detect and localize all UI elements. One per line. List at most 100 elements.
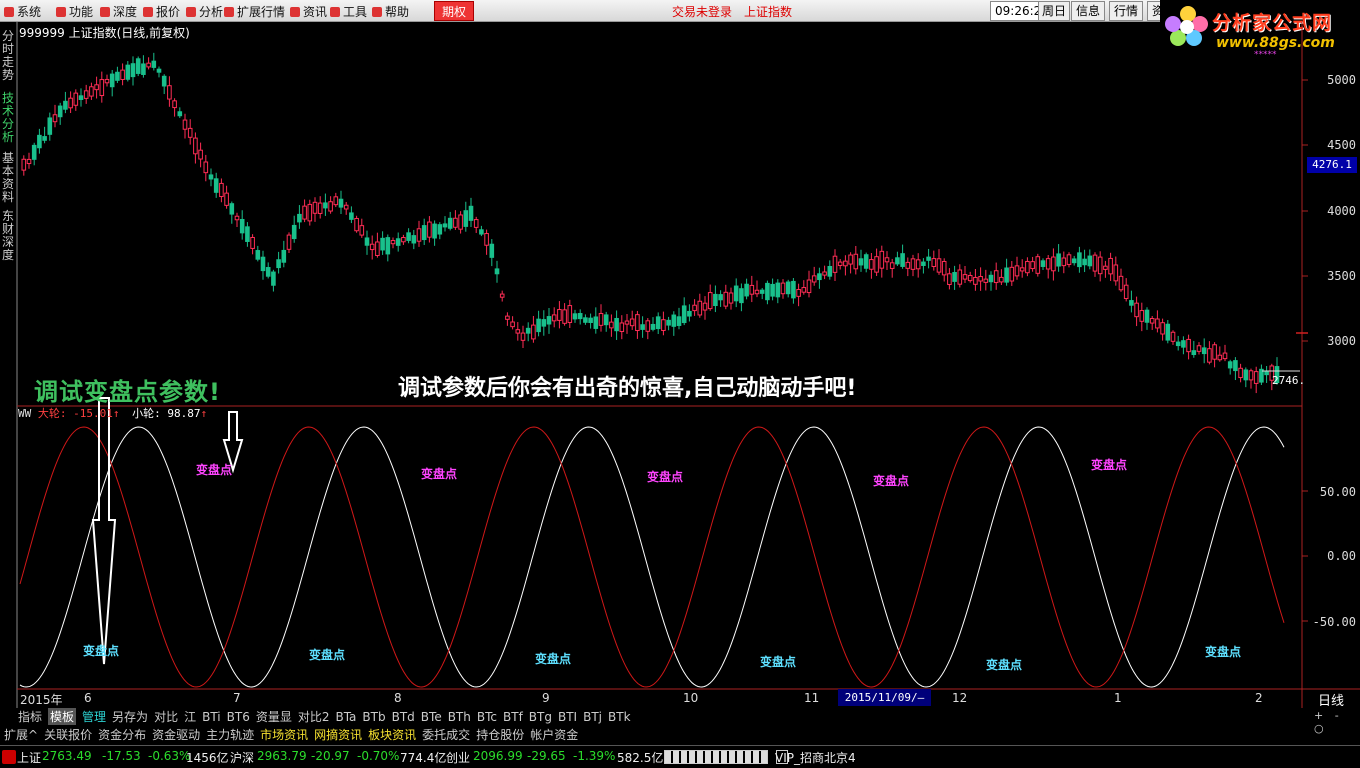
- indicator-tab[interactable]: 模板: [48, 708, 77, 725]
- candle-body: [848, 254, 853, 265]
- candle-body: [692, 304, 697, 312]
- candle-body: [187, 127, 193, 138]
- candle-body: [843, 260, 848, 267]
- candle-body: [1030, 261, 1035, 270]
- candle-body: [364, 237, 370, 246]
- candle-body: [588, 317, 593, 324]
- candle-body: [1227, 361, 1233, 369]
- price-tick: 4000: [1327, 204, 1356, 218]
- candle-body: [806, 279, 812, 294]
- indicator-tab[interactable]: BTi: [202, 710, 221, 724]
- indicator-tab[interactable]: BT6: [227, 710, 250, 724]
- indicator-tab[interactable]: BTk: [608, 710, 631, 724]
- indicator-tab[interactable]: BTf: [503, 710, 523, 724]
- candle-body: [1040, 260, 1046, 267]
- candle-body: [245, 226, 250, 242]
- date-cursor: 2015/11/09/—: [838, 689, 931, 706]
- candle-body: [297, 213, 302, 223]
- indicator-tab[interactable]: 另存为: [112, 708, 148, 725]
- candle-body: [234, 215, 240, 221]
- candle-body: [401, 237, 406, 243]
- indicator-tabs: 指标 模板 管理 另存为 对比江 BTi BT6 资量显 对比2 BTa BTb BTd BTe BTh B…: [18, 708, 637, 725]
- candle-body: [302, 205, 307, 220]
- candle-body: [754, 289, 760, 295]
- candle-body: [983, 278, 989, 283]
- indicator-tab[interactable]: BTe: [421, 710, 442, 724]
- indicator-tab[interactable]: 对比: [154, 708, 178, 725]
- candle-body: [219, 182, 224, 198]
- indicator-tab[interactable]: BTg: [529, 710, 552, 724]
- function-tab[interactable]: 委托成交: [422, 726, 470, 743]
- indicator-tab[interactable]: BTI: [558, 710, 577, 724]
- candle-body: [967, 274, 973, 282]
- candle-body: [312, 201, 318, 214]
- indicator-tab[interactable]: 江: [184, 708, 196, 725]
- function-tab[interactable]: 主力轨迹: [206, 726, 254, 743]
- hs-pct: -0.70%: [357, 749, 400, 763]
- date-label: 2: [1255, 691, 1263, 705]
- candle-body: [884, 257, 890, 263]
- function-tab[interactable]: 扩展^: [4, 726, 38, 743]
- function-tab[interactable]: 关联报价: [44, 726, 92, 743]
- sh-name[interactable]: 上证: [17, 749, 41, 766]
- function-tab[interactable]: 市场资讯: [260, 726, 308, 743]
- candle-body: [551, 314, 557, 322]
- function-tab[interactable]: 网摘资讯: [314, 726, 362, 743]
- candlestick-series[interactable]: [21, 52, 1308, 394]
- function-tab[interactable]: 资金分布: [98, 726, 146, 743]
- candle-body: [47, 117, 53, 135]
- indicator-tab[interactable]: BTa: [335, 710, 356, 724]
- cy-name[interactable]: 创业: [446, 749, 470, 766]
- candle-body: [468, 205, 474, 221]
- indicator-tab[interactable]: BTh: [448, 710, 471, 724]
- candle-body: [146, 62, 151, 68]
- candle-body: [661, 319, 666, 331]
- candle-body: [333, 196, 339, 206]
- candle-body: [1212, 344, 1217, 360]
- candle-body: [271, 271, 276, 286]
- candle-body: [57, 105, 63, 118]
- candle-body: [473, 219, 479, 228]
- market-strength-bar: [664, 750, 768, 764]
- indicator-tab[interactable]: BTb: [362, 710, 385, 724]
- candle-body: [598, 312, 604, 326]
- candle-body: [957, 269, 963, 285]
- indicator-tab[interactable]: 管理: [82, 708, 106, 725]
- indicator-tab[interactable]: BTc: [477, 710, 497, 724]
- candle-body: [515, 329, 521, 334]
- indicator-tab[interactable]: 对比2: [298, 708, 330, 725]
- candle-body: [941, 260, 947, 276]
- candle-body: [307, 203, 313, 222]
- turn-point-label: 变盘点: [647, 470, 684, 484]
- candle-body: [1123, 284, 1129, 300]
- candle-body: [645, 320, 651, 332]
- candle-body: [557, 309, 562, 321]
- candle-body: [1248, 370, 1254, 381]
- indicator-tab[interactable]: BTd: [392, 710, 415, 724]
- indicator-tab[interactable]: 指标: [18, 708, 42, 725]
- indicator-tab[interactable]: BTj: [583, 710, 602, 724]
- zoom-controls[interactable]: + - ○: [1314, 709, 1360, 735]
- function-tab[interactable]: 帐户资金: [530, 726, 578, 743]
- candle-body: [770, 283, 775, 297]
- hs-name[interactable]: 沪深: [230, 749, 254, 766]
- function-tab[interactable]: 资金驱动: [152, 726, 200, 743]
- candle-body: [1004, 267, 1009, 283]
- indicator-tab[interactable]: 资量显: [256, 708, 292, 725]
- candle-body: [276, 259, 281, 269]
- period-selector[interactable]: 日线: [1318, 690, 1344, 709]
- candle-body: [447, 217, 453, 229]
- candle-body: [390, 240, 396, 245]
- low-price-label: 2746.: [1272, 374, 1306, 387]
- server-name[interactable]: VIP_招商北京4: [775, 749, 856, 766]
- candle-body: [125, 64, 131, 80]
- candle-body: [733, 285, 739, 302]
- market-icon: [2, 750, 16, 764]
- candle-body: [707, 292, 713, 310]
- function-tab[interactable]: 持仓股份: [476, 726, 524, 743]
- function-tab[interactable]: 板块资讯: [368, 726, 416, 743]
- cy-price: 2096.99: [473, 749, 523, 763]
- down-arrow-icon: [91, 397, 117, 665]
- candle-body: [801, 287, 807, 293]
- candle-body: [213, 178, 219, 193]
